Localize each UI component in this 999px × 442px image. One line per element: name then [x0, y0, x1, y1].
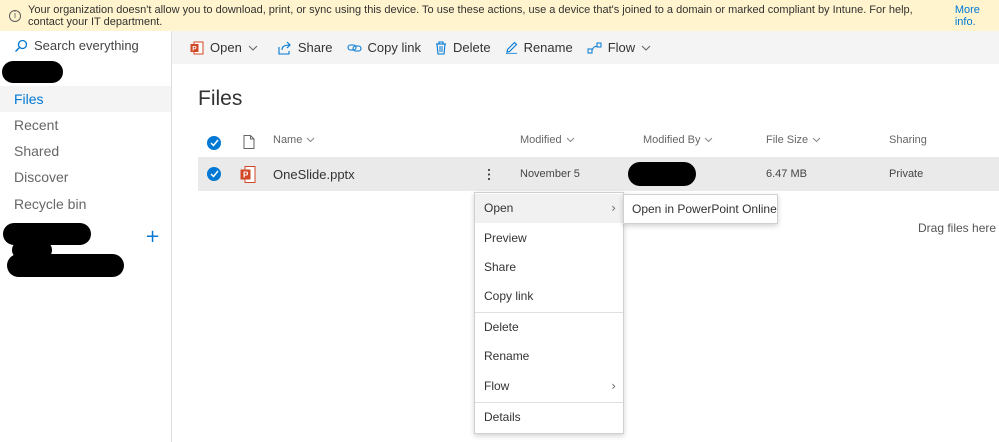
- open-submenu-item-powerpoint-online[interactable]: Open in PowerPoint Online: [623, 194, 778, 224]
- file-size: 6.47 MB: [766, 168, 807, 180]
- powerpoint-icon: P: [190, 41, 204, 54]
- pencil-icon: [505, 41, 517, 54]
- banner-message: Your organization doesn't allow you to d…: [28, 3, 913, 28]
- checkmark-icon: [209, 170, 219, 178]
- column-header-modified-by[interactable]: Modified By: [643, 134, 713, 146]
- rename-button[interactable]: Rename: [505, 40, 573, 55]
- sharing-status: Private: [889, 168, 924, 180]
- file-name-link[interactable]: OneSlide.pptx: [273, 167, 355, 182]
- menu-item-preview[interactable]: Preview: [475, 224, 623, 253]
- chevron-down-icon: [306, 137, 315, 143]
- sidebar: Search everything Files Recent Shared Di…: [0, 31, 172, 442]
- menu-item-flow[interactable]: Flow ›: [475, 372, 623, 401]
- compliance-banner: i Your organization doesn't allow you to…: [0, 0, 999, 31]
- column-header-file-size[interactable]: File Size: [766, 134, 821, 146]
- chevron-down-icon: [641, 45, 651, 51]
- select-all-checkbox[interactable]: [207, 136, 221, 150]
- search-input[interactable]: Search everything: [34, 38, 139, 53]
- share-button[interactable]: Share: [278, 40, 333, 55]
- delete-button[interactable]: Delete: [435, 40, 491, 55]
- menu-item-delete[interactable]: Delete: [475, 313, 623, 342]
- drag-files-hint: Drag files here t: [918, 221, 999, 235]
- chevron-down-icon: [812, 137, 821, 143]
- chevron-right-icon: ›: [611, 201, 616, 215]
- more-info-link[interactable]: More info.: [955, 4, 999, 28]
- file-type-icon: [243, 135, 255, 149]
- menu-item-rename[interactable]: Rename: [475, 342, 623, 371]
- flow-icon: [587, 42, 602, 53]
- menu-item-share[interactable]: Share: [475, 253, 623, 282]
- copy-link-button[interactable]: Copy link: [346, 40, 421, 55]
- search-box[interactable]: Search everything: [14, 38, 139, 53]
- context-menu: Open › Preview Share Copy link Delete Re…: [474, 192, 624, 434]
- trash-icon: [435, 40, 446, 55]
- link-icon: [346, 43, 362, 52]
- svg-text:P: P: [192, 45, 197, 52]
- command-bar: P Open Share Copy link Delete Rename Flo…: [172, 31, 999, 64]
- search-icon: [15, 39, 28, 52]
- sidebar-item-recent[interactable]: Recent: [0, 112, 171, 138]
- menu-item-details[interactable]: Details: [475, 403, 623, 432]
- redacted-modified-by: [628, 162, 696, 186]
- open-button[interactable]: P Open: [190, 40, 264, 55]
- menu-item-copy-link[interactable]: Copy link: [475, 282, 623, 311]
- powerpoint-file-icon: P: [240, 166, 256, 183]
- flow-button[interactable]: Flow: [587, 40, 657, 55]
- chevron-down-icon: [705, 137, 713, 143]
- more-options-icon[interactable]: [487, 168, 491, 181]
- sidebar-item-files[interactable]: Files: [0, 86, 171, 112]
- info-icon: i: [9, 9, 21, 22]
- table-row[interactable]: P OneSlide.pptx November 5 6.47 MB Priva…: [198, 157, 999, 191]
- column-header-sharing[interactable]: Sharing: [889, 134, 927, 146]
- sidebar-item-shared[interactable]: Shared: [0, 138, 171, 164]
- column-header-modified[interactable]: Modified: [520, 134, 575, 146]
- redacted-site-name: [2, 61, 63, 83]
- svg-text:P: P: [243, 171, 249, 180]
- share-icon: [278, 41, 291, 55]
- modified-date: November 5: [520, 168, 580, 180]
- sidebar-item-discover[interactable]: Discover: [0, 164, 171, 190]
- chevron-right-icon: ›: [611, 379, 616, 393]
- chevron-down-icon: [566, 137, 574, 143]
- menu-item-open[interactable]: Open ›: [475, 194, 623, 223]
- redacted-nav-item: [12, 241, 52, 259]
- chevron-down-icon: [248, 45, 258, 51]
- page-title: Files: [198, 87, 243, 110]
- add-icon[interactable]: +: [145, 226, 160, 247]
- column-header-name[interactable]: Name: [273, 134, 315, 146]
- sidebar-item-recycle-bin[interactable]: Recycle bin: [0, 191, 171, 217]
- row-checkbox[interactable]: [207, 167, 221, 181]
- checkmark-icon: [209, 139, 219, 147]
